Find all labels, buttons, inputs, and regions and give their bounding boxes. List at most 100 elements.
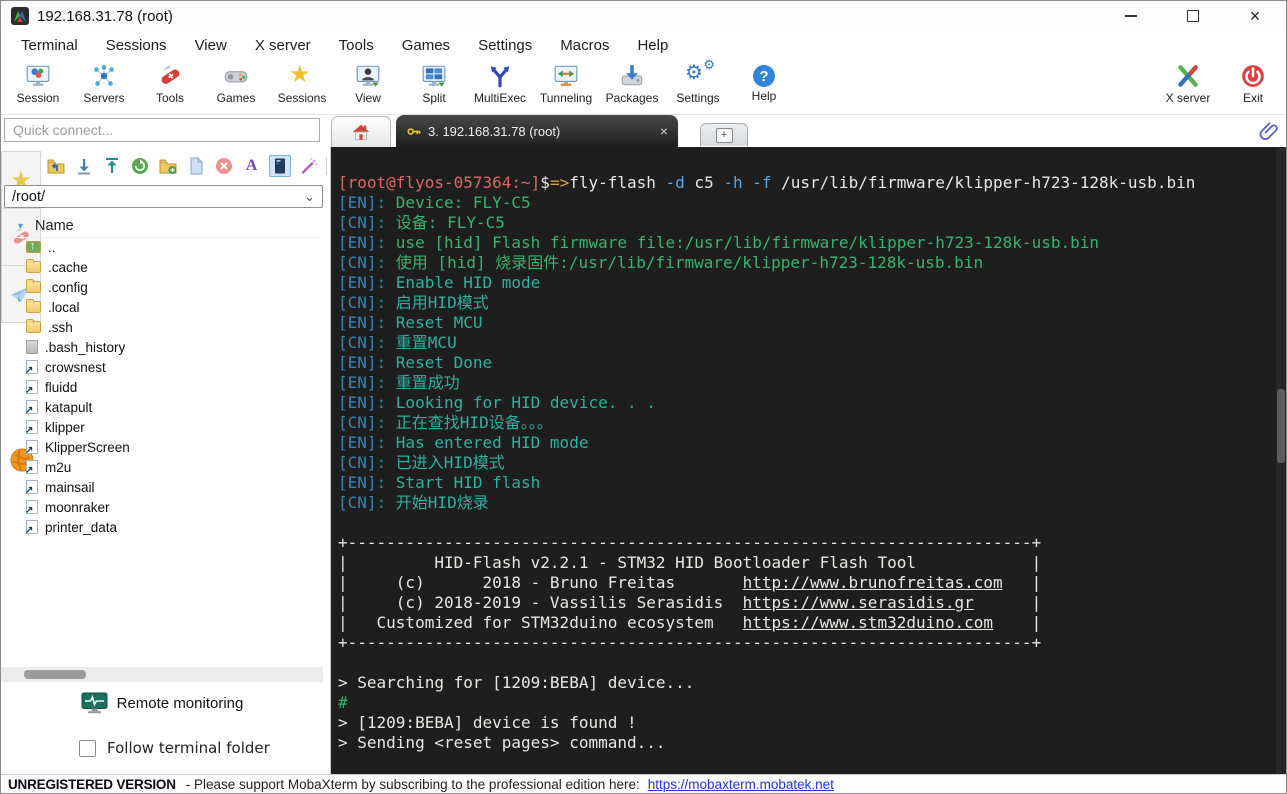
- symlink-icon: [25, 520, 38, 536]
- symlink-icon: [25, 400, 38, 416]
- terminal-line: [CN]: 启用HID模式: [338, 293, 1278, 313]
- list-item[interactable]: klipper: [4, 417, 320, 437]
- multiexec-button[interactable]: MultiExec: [467, 63, 533, 105]
- upload-button[interactable]: [101, 155, 122, 177]
- terminal-text: 重置MCU: [395, 333, 457, 352]
- terminal-line: [CN]: 已进入HID模式: [338, 453, 1278, 473]
- path-dropdown[interactable]: /root/ ⌄: [4, 185, 323, 208]
- settings-button[interactable]: ⚙ ⚙ Settings: [665, 57, 731, 105]
- menu-view[interactable]: View: [181, 37, 241, 54]
- list-item[interactable]: mainsail: [4, 477, 320, 497]
- maximize-button[interactable]: [1162, 1, 1224, 31]
- menu-games[interactable]: Games: [388, 37, 464, 54]
- exit-icon: [1242, 65, 1264, 87]
- terminal-text: -f: [752, 173, 772, 192]
- file-browser-toolbar: A: [45, 153, 327, 179]
- menu-terminal[interactable]: Terminal: [7, 37, 92, 54]
- view-button[interactable]: View: [335, 63, 401, 105]
- rename-button[interactable]: A: [241, 155, 262, 177]
- magic-wand-button[interactable]: [298, 155, 319, 177]
- tools-button[interactable]: Tools: [137, 63, 203, 105]
- file-list-header[interactable]: ▾ Name: [4, 215, 320, 238]
- terminal-text: Reset Done: [395, 353, 493, 372]
- new-file-button[interactable]: [185, 155, 206, 177]
- xserver-button[interactable]: X server: [1152, 63, 1224, 105]
- home-tab[interactable]: [331, 116, 391, 147]
- folder-icon: [26, 299, 41, 313]
- active-session-tab[interactable]: 3. 192.168.31.78 (root) ×: [396, 115, 678, 147]
- session-button[interactable]: Session: [5, 63, 71, 105]
- list-item[interactable]: .config: [4, 277, 320, 297]
- tunneling-icon: [554, 65, 578, 86]
- minimize-button[interactable]: [1100, 1, 1162, 31]
- terminal-scrollbar-thumb[interactable]: [1277, 389, 1285, 463]
- delete-button[interactable]: [213, 155, 234, 177]
- session-label: Session: [16, 91, 60, 105]
- terminal-line: > [1209:BEBA] device is found !: [338, 713, 1278, 733]
- close-button[interactable]: ×: [1224, 1, 1286, 31]
- menu-settings[interactable]: Settings: [464, 37, 546, 54]
- menu-tools[interactable]: Tools: [325, 37, 388, 54]
- packages-button[interactable]: Packages: [599, 63, 665, 105]
- menu-xserver[interactable]: X server: [241, 37, 325, 54]
- sync-panel-button[interactable]: [269, 155, 291, 177]
- list-item[interactable]: printer_data: [4, 517, 320, 537]
- follow-checkbox[interactable]: [79, 739, 96, 757]
- list-item[interactable]: fluidd: [4, 377, 320, 397]
- terminal-link-text: https://www.serasidis.gr: [742, 593, 974, 612]
- terminal-line: [EN]: Looking for HID device. . .: [338, 393, 1278, 413]
- list-item[interactable]: m2u: [4, 457, 320, 477]
- remote-monitoring-button[interactable]: Remote monitoring: [1, 692, 323, 715]
- multiexec-icon: [490, 66, 510, 88]
- active-tab-label: 3. 192.168.31.78 (root): [428, 123, 561, 139]
- symlink-icon: [25, 380, 38, 396]
- games-button[interactable]: Games: [203, 63, 269, 105]
- go-up-folder-button[interactable]: [45, 155, 66, 177]
- refresh-button[interactable]: [129, 155, 150, 177]
- settings-label: Settings: [676, 91, 720, 105]
- sessions-button[interactable]: ★ Sessions: [269, 63, 335, 106]
- download-button[interactable]: [73, 155, 94, 177]
- packages-label: Packages: [605, 91, 659, 105]
- tunneling-button[interactable]: Tunneling: [533, 63, 599, 105]
- menu-sessions[interactable]: Sessions: [92, 37, 181, 54]
- scrollbar-thumb[interactable]: [24, 670, 86, 679]
- terminal-text: Start HID flash: [395, 473, 541, 492]
- xserver-label: X server: [1165, 91, 1211, 105]
- list-item[interactable]: moonraker: [4, 497, 320, 517]
- quick-connect-input[interactable]: [4, 118, 320, 142]
- terminal-text: > [1209:BEBA] device is found !: [338, 713, 637, 732]
- terminal-scrollbar[interactable]: [1276, 147, 1286, 774]
- terminal-pane[interactable]: [root@flyos-057364:~]$=>fly-flash -d c5 …: [331, 147, 1286, 774]
- terminal-text: 设备: FLY-C5: [395, 213, 505, 232]
- menu-help[interactable]: Help: [623, 37, 682, 54]
- list-item[interactable]: crowsnest: [4, 357, 320, 377]
- list-item[interactable]: katapult: [4, 397, 320, 417]
- folder-icon: [26, 279, 41, 293]
- servers-button[interactable]: Servers: [71, 63, 137, 105]
- tab-close-icon[interactable]: ×: [660, 123, 668, 139]
- menu-macros[interactable]: Macros: [546, 37, 623, 54]
- mobatek-link[interactable]: https://mobaxterm.mobatek.net: [648, 777, 834, 792]
- view-icon: [356, 65, 380, 87]
- terminal-text: [EN]:: [338, 373, 396, 392]
- list-item[interactable]: .bash_history: [4, 337, 320, 357]
- paperclip-icon[interactable]: [1258, 119, 1280, 143]
- rename-icon: A: [245, 157, 258, 174]
- new-tab-button[interactable]: +: [700, 123, 748, 146]
- new-folder-button[interactable]: [157, 155, 178, 177]
- list-item[interactable]: .ssh: [4, 317, 320, 337]
- terminal-output: [root@flyos-057364:~]$=>fly-flash -d c5 …: [331, 147, 1286, 753]
- terminal-text: [EN]:: [338, 273, 396, 292]
- help-button[interactable]: ? Help: [731, 63, 797, 103]
- symlink-icon: [25, 360, 38, 376]
- split-button[interactable]: Split: [401, 63, 467, 105]
- list-item[interactable]: KlipperScreen: [4, 437, 320, 457]
- list-item[interactable]: ..: [4, 237, 320, 257]
- settings-gear-icon: ⚙ ⚙: [685, 57, 715, 84]
- list-item[interactable]: .local: [4, 297, 320, 317]
- follow-terminal-folder-option[interactable]: Follow terminal folder: [79, 739, 270, 757]
- list-item[interactable]: .cache: [4, 257, 320, 277]
- exit-button[interactable]: Exit: [1224, 63, 1282, 105]
- horizontal-scrollbar[interactable]: [1, 667, 323, 682]
